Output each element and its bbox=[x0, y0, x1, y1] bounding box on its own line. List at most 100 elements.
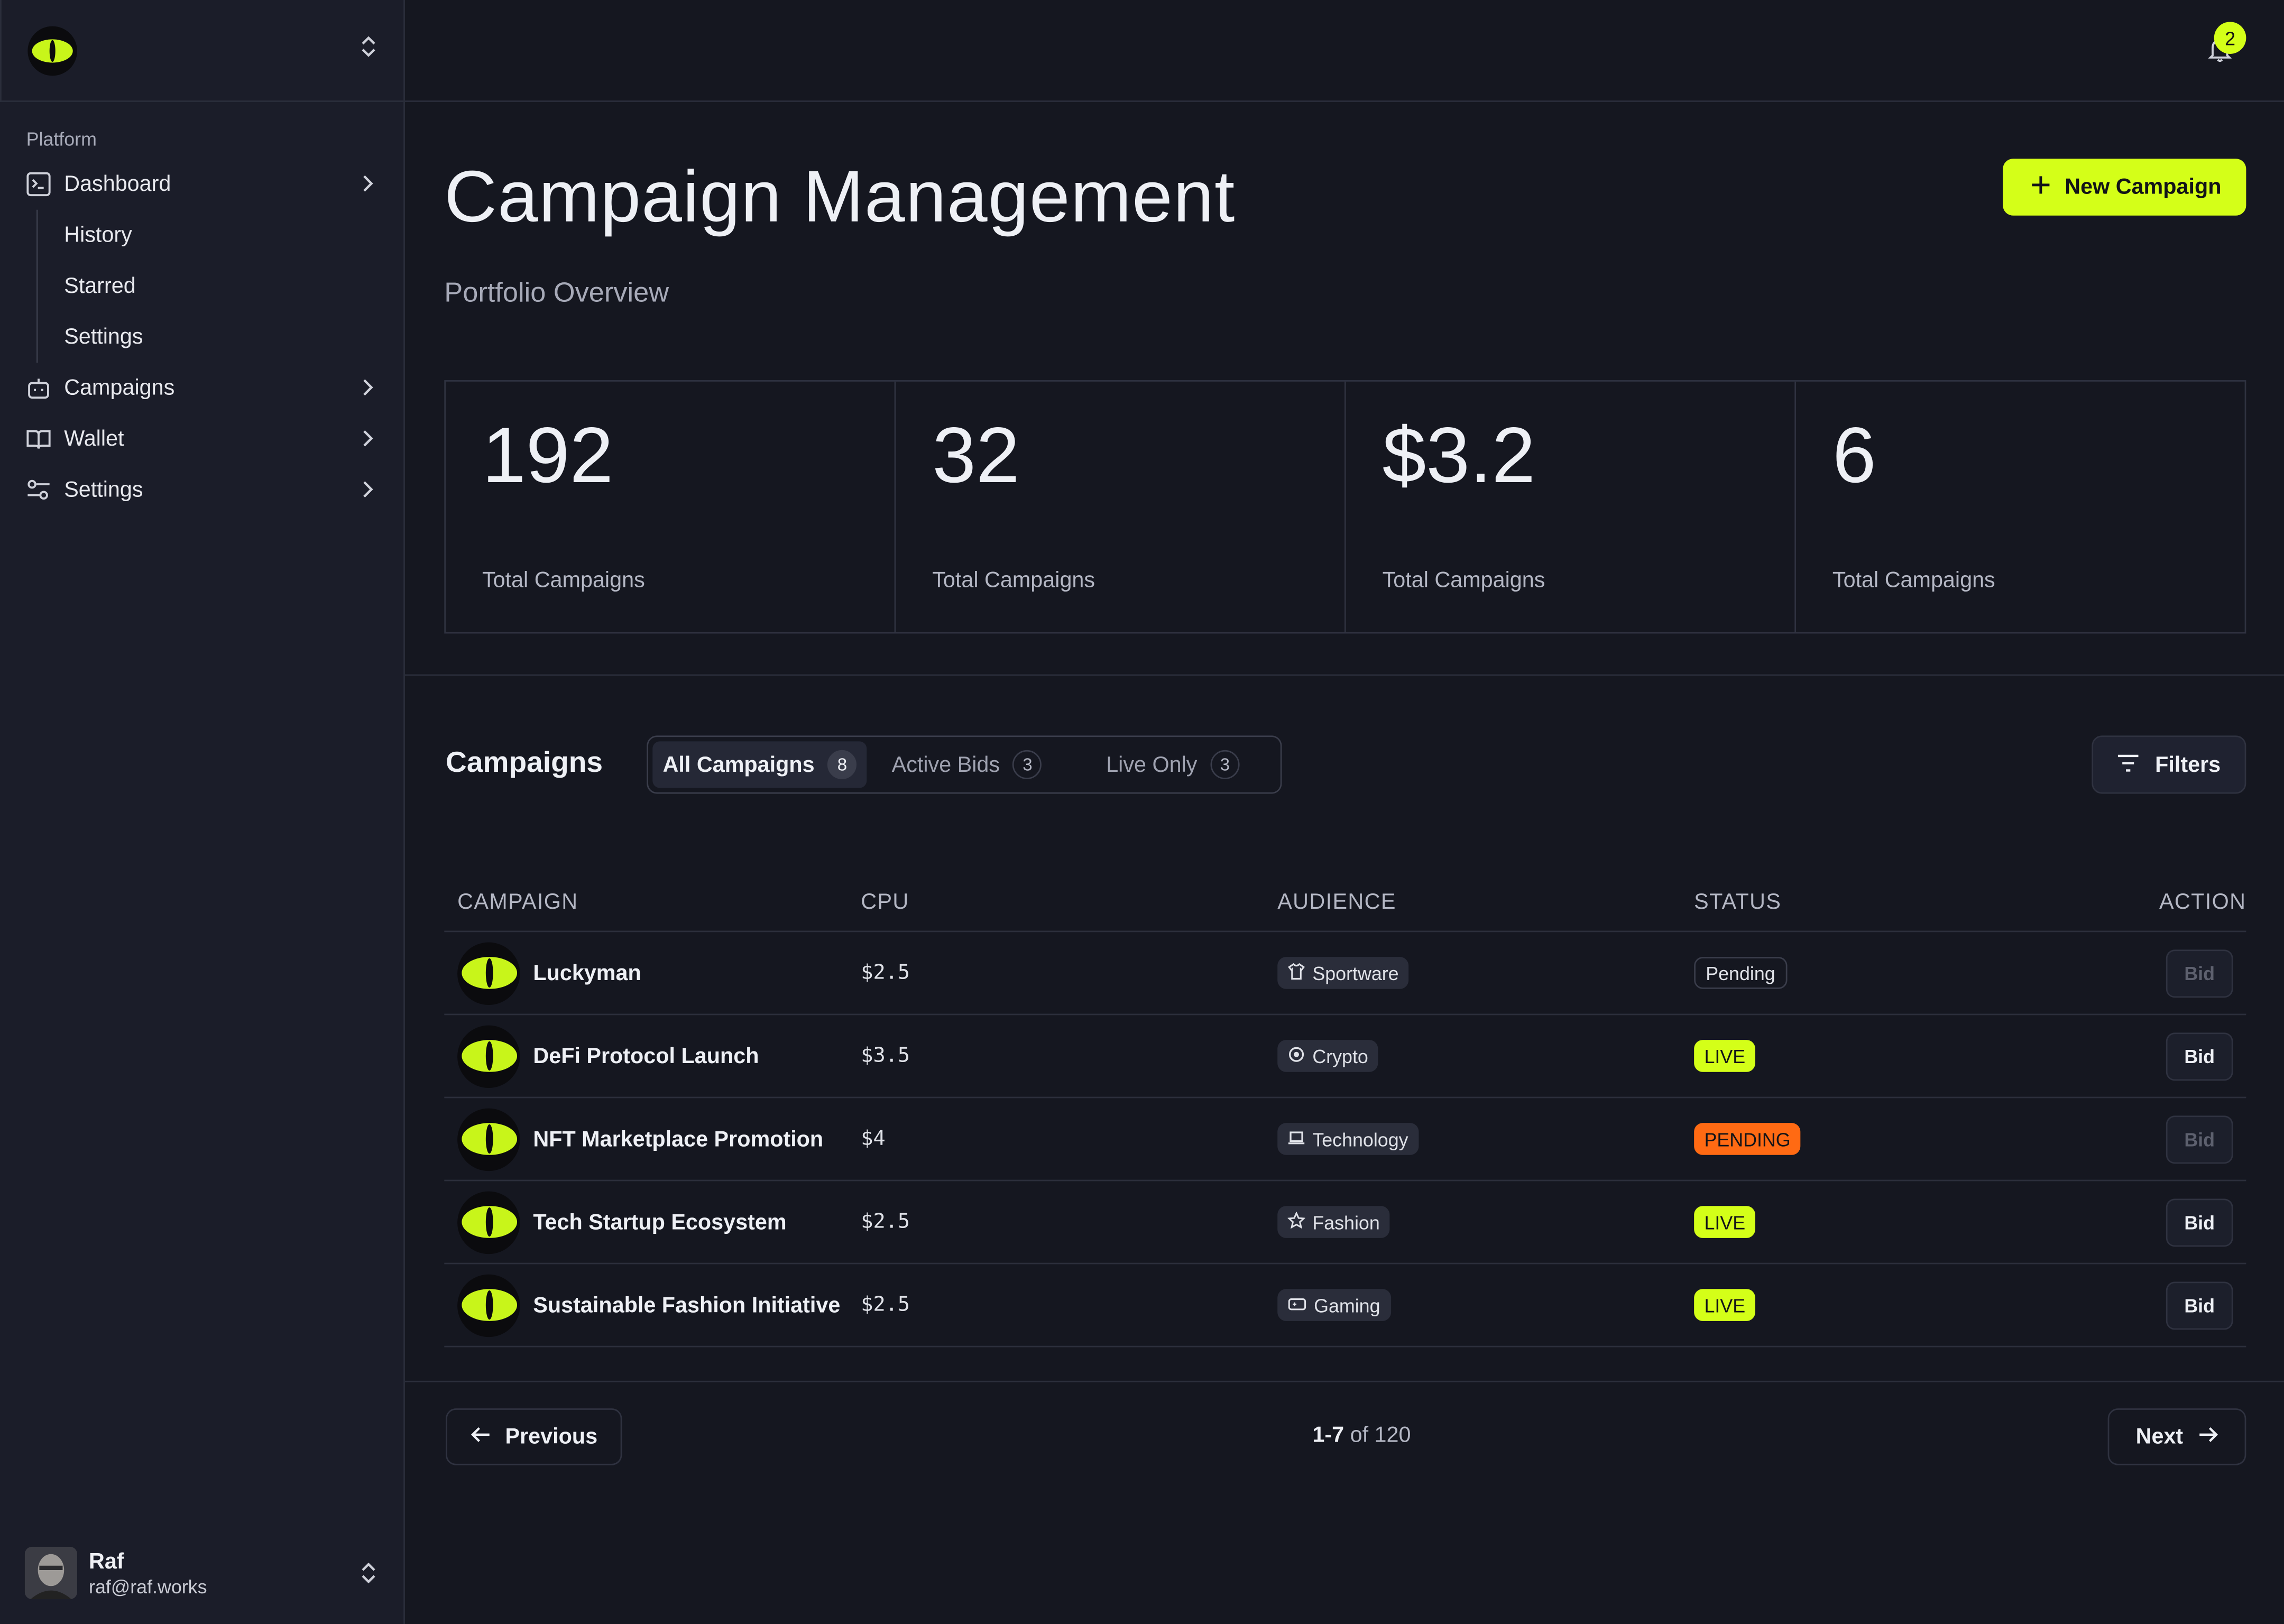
sidebar-item-dashboard[interactable]: Dashboard bbox=[0, 159, 403, 209]
workspace-switcher[interactable] bbox=[0, 0, 404, 102]
campaign-eye-icon bbox=[457, 1025, 520, 1087]
campaign-name: NFT Marketplace Promotion bbox=[533, 1127, 824, 1151]
pagination-range: 1-7 bbox=[1312, 1423, 1344, 1448]
tab-count-badge: 3 bbox=[1210, 750, 1240, 779]
stat-card: $3.2 Total Campaigns bbox=[1346, 381, 1797, 632]
filters-label: Filters bbox=[2155, 752, 2221, 777]
column-header[interactable]: CPU bbox=[861, 890, 1277, 915]
logo-eye-icon bbox=[27, 25, 78, 75]
audience-label: Technology bbox=[1312, 1128, 1408, 1150]
tab-live-only[interactable]: Live Only 3 bbox=[1096, 741, 1250, 788]
page-subtitle: Portfolio Overview bbox=[444, 278, 669, 309]
table-row[interactable]: DeFi Protocol Launch $3.5 Crypto LIVE Bi… bbox=[444, 1015, 2246, 1099]
stat-value: 192 bbox=[482, 412, 614, 500]
new-campaign-button[interactable]: New Campaign bbox=[2003, 159, 2246, 216]
sidebar-item-label: Dashboard bbox=[64, 172, 171, 197]
bot-icon bbox=[26, 376, 51, 401]
campaign-cpu: $2.5 bbox=[861, 1293, 910, 1317]
sidebar-subitem-starred[interactable]: Starred bbox=[38, 261, 404, 311]
tab-active-bids[interactable]: Active Bids 3 bbox=[881, 741, 1052, 788]
status-badge: PENDING bbox=[1694, 1123, 1801, 1155]
chevron-up-down-icon bbox=[360, 1561, 377, 1592]
sidebar-item-campaigns[interactable]: Campaigns bbox=[0, 363, 403, 413]
audience-label: Fashion bbox=[1312, 1211, 1380, 1233]
tab-label: Active Bids bbox=[891, 752, 1000, 777]
arrow-left-icon bbox=[470, 1424, 491, 1449]
next-button[interactable]: Next bbox=[2107, 1408, 2246, 1465]
table-row[interactable]: Luckyman $2.5 Sportware Pending Bid bbox=[444, 932, 2246, 1016]
campaign-eye-icon bbox=[457, 942, 520, 1004]
notification-badge: 2 bbox=[2214, 22, 2246, 54]
tab-all-campaigns[interactable]: All Campaigns 8 bbox=[652, 741, 867, 788]
campaign-cpu: $4 bbox=[861, 1127, 886, 1151]
campaign-name: Luckyman bbox=[533, 960, 641, 985]
stat-label: Total Campaigns bbox=[1382, 568, 1545, 593]
bid-button[interactable]: Bid bbox=[2166, 948, 2233, 997]
book-icon bbox=[26, 427, 51, 451]
filter-icon bbox=[2117, 752, 2140, 777]
column-header[interactable]: STATUS bbox=[1694, 890, 2058, 915]
table-row[interactable]: Sustainable Fashion Initiative $2.5 Gami… bbox=[444, 1264, 2246, 1348]
sidebar-item-wallet[interactable]: Wallet bbox=[0, 413, 403, 464]
chevron-right-icon bbox=[361, 479, 374, 505]
gamepad-icon bbox=[1288, 1294, 1307, 1316]
stat-card: 32 Total Campaigns bbox=[896, 381, 1346, 632]
chevron-right-icon bbox=[361, 173, 374, 200]
status-badge: LIVE bbox=[1694, 1206, 1756, 1238]
user-email: raf@raf.works bbox=[89, 1575, 207, 1597]
status-badge: LIVE bbox=[1694, 1040, 1756, 1072]
campaign-cpu: $2.5 bbox=[861, 961, 910, 985]
campaign-eye-icon bbox=[457, 1191, 520, 1253]
main-content: Campaign Management Portfolio Overview N… bbox=[404, 102, 2284, 1624]
sidebar-section-label: Platform bbox=[26, 128, 97, 150]
sidebar: Platform Dashboard History Starred Setti… bbox=[0, 0, 405, 1624]
avatar bbox=[24, 1546, 78, 1600]
campaign-tabs: All Campaigns 8 Active Bids 3 Live Only … bbox=[647, 735, 1282, 794]
divider bbox=[404, 1380, 2284, 1382]
table-row[interactable]: Tech Startup Ecosystem $2.5 Fashion LIVE… bbox=[444, 1181, 2246, 1265]
coin-icon bbox=[1288, 1045, 1305, 1067]
tab-label: All Campaigns bbox=[662, 752, 815, 777]
next-label: Next bbox=[2135, 1424, 2184, 1450]
campaign-name: Sustainable Fashion Initiative bbox=[533, 1293, 841, 1317]
shirt-icon bbox=[1288, 962, 1305, 984]
sidebar-subitem-settings[interactable]: Settings bbox=[38, 312, 404, 363]
stat-label: Total Campaigns bbox=[482, 568, 645, 593]
sidebar-subitem-history[interactable]: History bbox=[38, 210, 404, 261]
audience-label: Sportware bbox=[1312, 962, 1399, 984]
previous-button[interactable]: Previous bbox=[446, 1408, 622, 1465]
campaign-cpu: $3.5 bbox=[861, 1044, 910, 1068]
bid-button[interactable]: Bid bbox=[2166, 1031, 2233, 1080]
sidebar-item-label: Campaigns bbox=[64, 375, 175, 401]
audience-chip: Gaming bbox=[1277, 1289, 1390, 1321]
sidebar-item-settings[interactable]: Settings bbox=[0, 465, 403, 515]
tab-count-badge: 3 bbox=[1012, 750, 1042, 779]
table-header: CAMPAIGN CPU AUDIENCE STATUS ACTION bbox=[444, 874, 2246, 933]
page-title: Campaign Management bbox=[444, 155, 1236, 238]
bid-button[interactable]: Bid bbox=[2166, 1281, 2233, 1330]
star-icon bbox=[1287, 1210, 1306, 1233]
user-menu[interactable]: Raf raf@raf.works bbox=[0, 1522, 405, 1624]
campaigns-heading: Campaigns bbox=[446, 747, 603, 779]
tab-label: Live Only bbox=[1106, 752, 1198, 777]
chevron-right-icon bbox=[361, 428, 374, 455]
column-header[interactable]: ACTION bbox=[2058, 890, 2246, 915]
campaign-cpu: $2.5 bbox=[861, 1210, 910, 1234]
column-header[interactable]: CAMPAIGN bbox=[444, 890, 861, 915]
divider bbox=[404, 674, 2284, 676]
status-badge: Pending bbox=[1694, 957, 1787, 989]
topbar: 2 bbox=[404, 0, 2284, 102]
laptop-icon bbox=[1288, 1128, 1305, 1150]
dashboard-submenu: History Starred Settings bbox=[36, 209, 404, 363]
chevron-right-icon bbox=[361, 377, 374, 404]
column-header[interactable]: AUDIENCE bbox=[1277, 890, 1694, 915]
stat-card: 192 Total Campaigns bbox=[446, 381, 896, 632]
table-row[interactable]: NFT Marketplace Promotion $4 Technology … bbox=[444, 1098, 2246, 1182]
chevron-up-down-icon bbox=[360, 35, 377, 66]
pagination-info: 1-7 of 120 bbox=[1312, 1423, 1411, 1448]
bid-button[interactable]: Bid bbox=[2166, 1198, 2233, 1246]
filters-button[interactable]: Filters bbox=[2092, 735, 2246, 794]
bid-button[interactable]: Bid bbox=[2166, 1115, 2233, 1163]
tab-count-badge: 8 bbox=[827, 750, 857, 779]
stats-panel: 192 Total Campaigns 32 Total Campaigns $… bbox=[444, 380, 2246, 634]
